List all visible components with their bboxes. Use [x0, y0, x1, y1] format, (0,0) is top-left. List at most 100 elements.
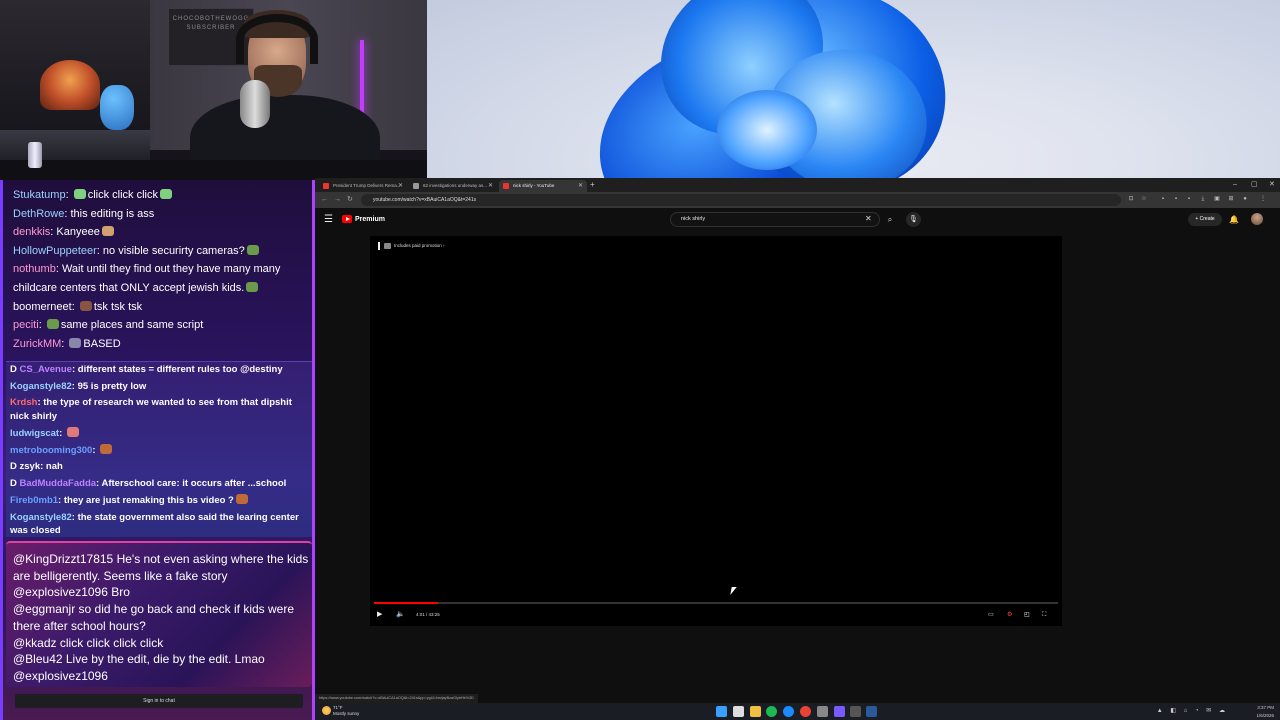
- chat-colon: :: [71, 300, 78, 313]
- tab-2[interactable]: nick shirly - YouTube ✕: [499, 180, 587, 192]
- chat-message: metrobooming300:: [6, 443, 312, 460]
- chat-emote-icon: [79, 300, 92, 311]
- menu-icon[interactable]: ⋮: [1259, 195, 1267, 203]
- chat-message: @kkadz click click click click: [13, 635, 164, 650]
- create-button[interactable]: + Create: [1188, 213, 1222, 226]
- close-tab-icon[interactable]: ✕: [488, 180, 493, 192]
- close-tab-icon[interactable]: ✕: [398, 180, 403, 192]
- video-progress-bar[interactable]: [374, 602, 1058, 604]
- task-view-icon[interactable]: [733, 706, 744, 717]
- chat-text: click click click: [87, 189, 158, 201]
- chat-message: D CS_Avenue: different states = differen…: [6, 362, 312, 379]
- voice-search-icon[interactable]: 🎙: [906, 212, 921, 227]
- close-tab-icon[interactable]: ✕: [578, 180, 583, 192]
- chat-text: nah: [45, 461, 63, 473]
- video-timecode: 4:01 / 43:25: [416, 612, 440, 617]
- paid-promotion-badge[interactable]: Includes paid promotion ›: [378, 242, 445, 250]
- desktop-wallpaper: [427, 0, 1280, 178]
- close-window-icon[interactable]: ✕: [1269, 178, 1275, 192]
- chat-badge-icon: D: [10, 461, 20, 473]
- promo-icon: [384, 243, 391, 249]
- file-explorer-icon[interactable]: [750, 706, 761, 717]
- reload-icon[interactable]: ↻: [347, 194, 353, 206]
- volume-icon[interactable]: 🔈: [396, 609, 405, 621]
- chat-username: Koganstyle82: [10, 380, 72, 392]
- video-progress-fill: [374, 602, 438, 604]
- chat-text: Wait until they find out they have many …: [61, 263, 281, 276]
- chat-emote-icon: [66, 427, 79, 437]
- sign-in-to-chat-button[interactable]: Sign in to chat: [15, 694, 303, 708]
- chat-message: @explosivez1096: [13, 668, 108, 683]
- chat-emote-icon: [235, 493, 248, 504]
- youtube-logo-icon[interactable]: [342, 215, 352, 223]
- chat-message: ludwigscat:: [6, 426, 312, 443]
- chat-message: Stukatump: click click click: [6, 186, 312, 205]
- search-icon[interactable]: ⌕: [883, 212, 897, 227]
- headset: [236, 14, 318, 64]
- play-icon[interactable]: ▶: [377, 609, 382, 621]
- extension-icon[interactable]: ▪: [1172, 195, 1180, 203]
- tab-0[interactable]: President Trump Delivers Rema... ✕: [319, 180, 407, 192]
- chat-username: ludwigscat: [10, 428, 60, 439]
- chat-message: peciti: same places and same script: [6, 316, 312, 335]
- subtitles-icon[interactable]: ▭: [988, 609, 994, 621]
- obs-icon[interactable]: [850, 706, 861, 717]
- chat-colon: :: [65, 189, 72, 201]
- tab-strip: President Trump Delivers Rema... ✕ 62 inv…: [315, 178, 1280, 192]
- start-icon[interactable]: [716, 706, 727, 717]
- mouse-cursor-icon: [730, 587, 737, 595]
- chat-message: childcare centers that ONLY accept jewis…: [6, 279, 312, 298]
- app-icon[interactable]: [834, 706, 845, 717]
- forward-icon[interactable]: →: [334, 194, 341, 206]
- video-player[interactable]: Includes paid promotion › ▶ 🔈 4:01 / 43:…: [370, 236, 1062, 626]
- fullscreen-icon[interactable]: ⛶: [1042, 609, 1046, 621]
- install-icon[interactable]: ⊡: [1127, 195, 1135, 203]
- chat-username: zsyk: [19, 461, 41, 473]
- webcam-feed: CHOCOBOTHEWOGG SUBSCRIBER: [0, 0, 427, 180]
- download-icon[interactable]: ⤓: [1199, 195, 1207, 203]
- extension-icon[interactable]: ▪: [1185, 195, 1193, 203]
- sidepanel-icon[interactable]: ▣: [1213, 195, 1221, 203]
- bookmark-star-icon[interactable]: ☆: [1140, 195, 1148, 203]
- webcam-lamp: [40, 60, 100, 110]
- clock[interactable]: 3:37 PM 1/6/2026: [1230, 704, 1274, 720]
- settings-icon[interactable]: [817, 706, 828, 717]
- system-tray-icons[interactable]: ▲ ◧ ⌂ ◔ ✉ ☁: [1108, 707, 1228, 715]
- account-avatar[interactable]: [1251, 213, 1263, 225]
- back-icon[interactable]: ←: [321, 194, 328, 206]
- share-icon[interactable]: ⊞: [1227, 195, 1235, 203]
- chat-colon: :: [92, 444, 99, 456]
- youtube-favicon-icon: [323, 183, 329, 189]
- chat-username: nothumb: [13, 263, 56, 276]
- chat-emote-icon: [100, 443, 113, 454]
- address-bar-row: ← → ↻ youtube.com/watch?v=xBAuiCA1aOQ&t=…: [315, 192, 1280, 208]
- chat-message: nothumb: Wait until they find out they h…: [6, 260, 312, 279]
- youtube-favicon-icon: [503, 183, 509, 189]
- chat-emote-icon: [73, 189, 86, 199]
- site-favicon-icon: [413, 183, 419, 189]
- miniplayer-icon[interactable]: ◰: [1024, 609, 1030, 621]
- edge-icon[interactable]: [783, 706, 794, 717]
- notifications-bell-icon[interactable]: 🔔: [1229, 213, 1239, 226]
- clear-search-icon[interactable]: ✕: [865, 213, 872, 225]
- extension-icon[interactable]: ▪: [1159, 195, 1167, 203]
- hamburger-menu-icon[interactable]: ☰: [324, 214, 333, 226]
- chat-message: ZurickMM: BASED: [6, 335, 312, 354]
- tab-1[interactable]: 62 investigations underway as... ✕: [409, 180, 497, 192]
- youtube-premium-logo[interactable]: Premium: [355, 214, 385, 226]
- chat-message: @explosivez1096 Bro: [13, 585, 130, 600]
- chat-emote-icon: [46, 319, 59, 330]
- steam-icon[interactable]: [866, 706, 877, 717]
- chrome-icon[interactable]: [800, 706, 811, 717]
- settings-gear-icon[interactable]: ⚙: [1007, 609, 1012, 621]
- spotify-icon[interactable]: [766, 706, 777, 717]
- profile-icon[interactable]: ●: [1241, 195, 1249, 203]
- minimize-icon[interactable]: –: [1233, 178, 1237, 192]
- chat-text: tsk tsk tsk: [93, 300, 143, 313]
- chat-text: different states = different rules too @…: [77, 364, 283, 375]
- search-input[interactable]: nick shirly: [670, 212, 880, 227]
- weather-widget[interactable]: 71°F Mostly sunny: [322, 705, 359, 717]
- maximize-icon[interactable]: ▢: [1251, 178, 1258, 192]
- url-field[interactable]: youtube.com/watch?v=xBAuiCA1aOQ&t=241s: [361, 194, 1121, 206]
- new-tab-button[interactable]: +: [590, 180, 595, 190]
